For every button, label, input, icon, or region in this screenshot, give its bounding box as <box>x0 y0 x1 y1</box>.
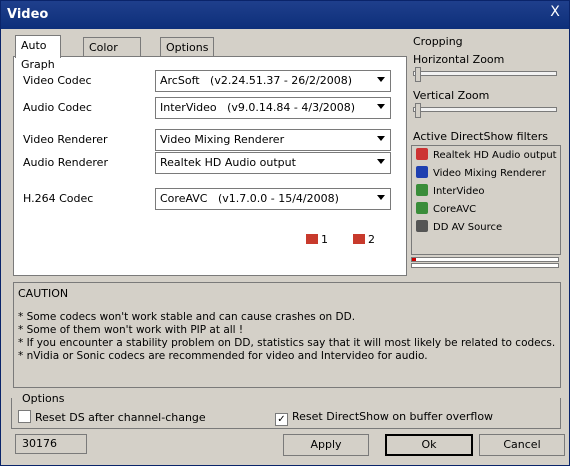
chevron-down-icon <box>377 136 385 141</box>
cropping-title: Cropping <box>413 35 463 48</box>
level-bar <box>411 257 559 262</box>
reset-directshow-checkbox[interactable]: ✓ Reset DirectShow on buffer overflow <box>275 410 493 426</box>
h264-codec-label: H.264 Codec <box>23 192 94 205</box>
external-link-2-label: 2 <box>368 233 375 246</box>
video-renderer-select[interactable]: Video Mixing Renderer <box>155 129 391 151</box>
audio-codec-select[interactable]: InterVideo (v9.0.14.84 - 4/3/2008) <box>155 97 391 119</box>
video-renderer-label: Video Renderer <box>23 133 108 146</box>
filter-icon <box>416 184 428 196</box>
audio-codec-value: InterVideo (v9.0.14.84 - 4/3/2008) <box>160 101 356 114</box>
external-window-icon <box>306 234 318 244</box>
active-filters-list: Realtek HD Audio output Video Mixing Ren… <box>411 145 561 255</box>
filter-item[interactable]: CoreAVC <box>416 202 476 218</box>
caution-line: * Some codecs won't work stable and can … <box>18 311 356 323</box>
chevron-down-icon <box>377 195 385 200</box>
filter-label: CoreAVC <box>433 204 477 215</box>
tab-auto-graph[interactable]: Auto Graph <box>15 35 61 71</box>
caution-box: CAUTION * Some codecs won't work stable … <box>13 282 561 388</box>
options-group: Options Reset DS after channel-change ✓ R… <box>11 392 561 429</box>
video-codec-select[interactable]: ArcSoft (v2.24.51.37 - 26/2/2008) <box>155 70 391 92</box>
checkbox-box[interactable]: ✓ <box>275 413 288 426</box>
external-link-2[interactable]: 2 <box>353 233 375 246</box>
monitor-icon <box>416 166 428 178</box>
close-icon[interactable]: X <box>547 4 563 20</box>
caution-line: * If you encounter a stability problem o… <box>18 337 556 349</box>
filter-item[interactable]: Realtek HD Audio output <box>416 148 557 164</box>
external-link-1-label: 1 <box>321 233 328 246</box>
auto-graph-panel: Video Codec ArcSoft (v2.24.51.37 - 26/2/… <box>13 56 407 276</box>
status-field: 30176 <box>15 434 87 454</box>
vertical-zoom-slider[interactable] <box>413 103 557 118</box>
apply-button[interactable]: Apply <box>283 434 369 456</box>
source-icon <box>416 220 428 232</box>
filter-item[interactable]: DD AV Source <box>416 220 502 236</box>
horizontal-zoom-label: Horizontal Zoom <box>413 53 505 66</box>
audio-codec-label: Audio Codec <box>23 101 92 114</box>
chevron-down-icon <box>377 77 385 82</box>
level-bar <box>411 263 559 268</box>
checkbox-box[interactable] <box>18 410 31 423</box>
chevron-down-icon <box>377 159 385 164</box>
reset-directshow-label: Reset DirectShow on buffer overflow <box>292 410 494 423</box>
filter-label: InterVideo <box>433 186 485 197</box>
h264-codec-select[interactable]: CoreAVC (v1.7.0.0 - 15/4/2008) <box>155 188 391 210</box>
video-renderer-value: Video Mixing Renderer <box>160 133 285 146</box>
titlebar: Video X <box>1 1 569 29</box>
filter-item[interactable]: Video Mixing Renderer <box>416 166 546 182</box>
audio-renderer-select[interactable]: Realtek HD Audio output <box>155 152 391 174</box>
cancel-button[interactable]: Cancel <box>479 434 565 456</box>
slider-thumb[interactable] <box>415 67 421 82</box>
filter-label: Video Mixing Renderer <box>433 168 546 179</box>
external-window-icon <box>353 234 365 244</box>
speaker-icon <box>416 148 428 160</box>
active-filters-title: Active DirectShow filters <box>413 130 548 143</box>
video-codec-label: Video Codec <box>23 74 92 87</box>
window-title: Video <box>7 7 49 22</box>
audio-renderer-value: Realtek HD Audio output <box>160 156 296 169</box>
slider-thumb[interactable] <box>415 103 421 118</box>
filter-label: DD AV Source <box>433 222 503 233</box>
caution-line: * nVidia or Sonic codecs are recommended… <box>18 350 428 362</box>
level-bar-fill <box>412 258 416 261</box>
reset-ds-checkbox[interactable]: Reset DS after channel-change <box>18 410 206 424</box>
status-value: 30176 <box>22 437 57 450</box>
video-dialog: Video X Auto Graph Color Controls Option… <box>0 0 570 466</box>
caution-line: * Some of them won't work with PIP at al… <box>18 324 244 336</box>
level-bars <box>411 257 559 268</box>
filter-item[interactable]: InterVideo <box>416 184 485 200</box>
tab-options[interactable]: Options <box>160 37 215 57</box>
caution-title: CAUTION <box>18 287 69 300</box>
audio-renderer-label: Audio Renderer <box>23 156 108 169</box>
options-title: Options <box>20 392 67 405</box>
tab-color-controls[interactable]: Color Controls <box>83 37 141 73</box>
vertical-zoom-label: Vertical Zoom <box>413 89 490 102</box>
reset-ds-label: Reset DS after channel-change <box>35 411 206 424</box>
horizontal-zoom-slider[interactable] <box>413 67 557 82</box>
video-codec-value: ArcSoft (v2.24.51.37 - 26/2/2008) <box>160 74 352 87</box>
h264-codec-value: CoreAVC (v1.7.0.0 - 15/4/2008) <box>160 192 339 205</box>
external-link-1[interactable]: 1 <box>306 233 328 246</box>
filter-label: Realtek HD Audio output <box>433 150 557 161</box>
chevron-down-icon <box>377 104 385 109</box>
filter-icon <box>416 202 428 214</box>
ok-button[interactable]: Ok <box>385 434 473 456</box>
